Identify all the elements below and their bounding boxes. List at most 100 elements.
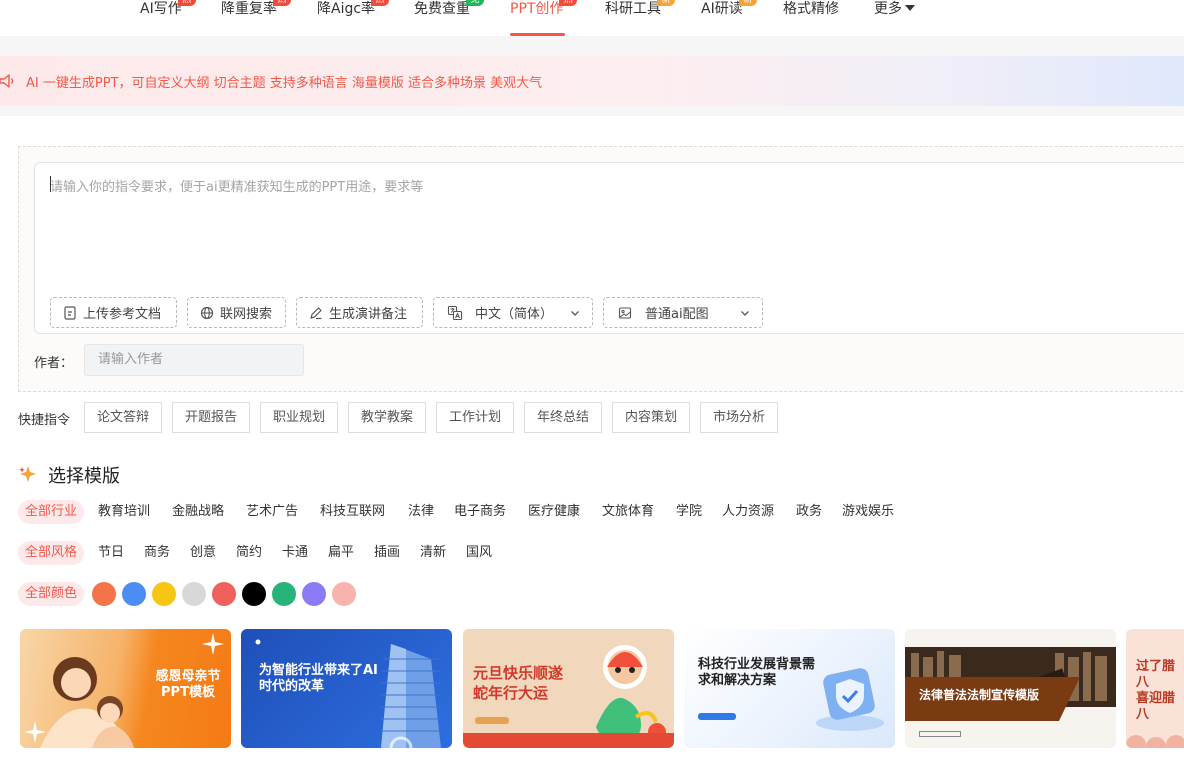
color-swatch[interactable]	[332, 582, 356, 606]
quick-chip[interactable]: 职业规划	[260, 402, 338, 433]
translate-icon	[447, 305, 463, 320]
filter-item[interactable]: 文旅体育	[602, 500, 654, 524]
free-badge: 免	[466, 0, 484, 6]
filter-item[interactable]: 游戏娱乐	[842, 500, 894, 524]
hot-badge: 热	[371, 0, 390, 6]
filter-all-colors[interactable]: 全部颜色	[18, 582, 85, 606]
quick-chip[interactable]: 市场分析	[700, 402, 778, 433]
text-cursor	[50, 176, 51, 192]
dot-icon	[255, 639, 261, 645]
card-button-shape	[919, 731, 961, 737]
filter-item[interactable]: 政务	[796, 500, 822, 524]
author-input[interactable]: 请输入作者	[84, 344, 304, 376]
announcement-text: AI 一键生成PPT，可自定义大纲 切合主题 支持多种语言 海量模版 适合多种场…	[26, 76, 543, 91]
speaker-notes-button[interactable]: 生成演讲备注	[296, 297, 423, 328]
illustration-clouds	[1126, 735, 1184, 748]
globe-icon	[200, 306, 214, 319]
card-title: 为智能行业带来了AI 时代的改革	[259, 663, 378, 694]
filter-item[interactable]: 学院	[676, 500, 702, 524]
sparkle-icon	[24, 721, 46, 743]
filter-item[interactable]: 艺术广告	[246, 500, 298, 524]
nav-ai-writing[interactable]: AI写作热	[140, 0, 196, 18]
color-swatch[interactable]	[122, 582, 146, 606]
speaker-icon	[0, 74, 14, 88]
author-label: 作者：	[34, 356, 74, 371]
color-swatch[interactable]	[92, 582, 116, 606]
nav-free-check[interactable]: 免费查重免	[414, 0, 484, 18]
section-title: 选择模版	[48, 466, 120, 487]
card-button-shape	[475, 717, 509, 724]
filter-item[interactable]: 法律	[408, 500, 434, 524]
top-nav: AI写作热 降重复率热 降Aigc率热 免费查重免 PPT创作热 科研工具新 A…	[0, 0, 1184, 36]
filter-item[interactable]: 国风	[466, 541, 492, 565]
filter-item[interactable]: 人力资源	[722, 500, 774, 524]
color-swatch[interactable]	[212, 582, 236, 606]
template-card-law[interactable]: 法律普法法制宣传模版	[905, 629, 1116, 748]
card-title: 法律普法法制宣传模版	[919, 688, 1040, 702]
color-swatch[interactable]	[302, 582, 326, 606]
image-icon	[618, 306, 632, 319]
filter-item[interactable]: 清新	[420, 541, 446, 565]
quick-commands-label: 快捷指令	[18, 413, 71, 428]
image-mode-select[interactable]: 普通ai配图	[603, 297, 763, 328]
nav-ppt-creation[interactable]: PPT创作热	[510, 0, 578, 18]
upload-reference-button[interactable]: 上传参考文档	[50, 297, 177, 328]
card-title: 科技行业发展背景需 求和解决方案	[698, 657, 816, 688]
sparkle-icon	[19, 466, 36, 482]
illustration-mother-child	[40, 657, 134, 748]
document-upload-icon	[64, 305, 76, 320]
new-badge: 新	[657, 0, 675, 6]
quick-chip[interactable]: 工作计划	[436, 402, 514, 433]
template-card-laba[interactable]: 过了腊八 喜迎腊八	[1126, 629, 1184, 748]
language-select[interactable]: 中文（简体）	[433, 297, 593, 328]
template-card-new-year[interactable]: 元旦快乐顺遂 蛇年行大运	[463, 629, 674, 748]
quick-chip[interactable]: 开题报告	[172, 402, 250, 433]
nav-reduce-aigc[interactable]: 降Aigc率热	[317, 0, 390, 18]
template-card-ai-industry[interactable]: 为智能行业带来了AI 时代的改革	[241, 629, 452, 748]
quick-chip[interactable]: 论文答辩	[84, 402, 162, 433]
filter-item[interactable]: 插画	[374, 541, 400, 565]
filter-item[interactable]: 电子商务	[454, 500, 506, 524]
card-title: 过了腊八 喜迎腊八	[1136, 659, 1176, 722]
caret-down-icon	[905, 5, 915, 11]
filter-item[interactable]: 卡通	[282, 541, 308, 565]
card-button-shape	[698, 713, 736, 720]
nav-research-tools[interactable]: 科研工具新	[605, 0, 675, 18]
industry-filter: 全部行业 教育培训 金融战略 艺术广告 科技互联网 法律 电子商务 医疗健康 文…	[18, 500, 1184, 524]
color-swatch[interactable]	[242, 582, 266, 606]
filter-all-industries[interactable]: 全部行业	[18, 500, 85, 524]
template-card-mothers-day[interactable]: 感恩母亲节 PPT模板	[20, 629, 231, 748]
chevron-down-icon	[571, 311, 579, 316]
hot-badge: 热	[177, 0, 196, 6]
color-swatch[interactable]	[152, 582, 176, 606]
filter-item[interactable]: 扁平	[328, 541, 354, 565]
sparkle-icon	[202, 633, 224, 655]
filter-item[interactable]: 教育培训	[98, 500, 150, 524]
hot-badge: 热	[273, 0, 291, 6]
template-card-tech-industry[interactable]: 科技行业发展背景需 求和解决方案	[684, 629, 895, 748]
color-swatch[interactable]	[272, 582, 296, 606]
nav-reduce-duplicate[interactable]: 降重复率热	[221, 0, 291, 18]
filter-all-styles[interactable]: 全部风格	[18, 541, 85, 565]
filter-item[interactable]: 简约	[236, 541, 262, 565]
filter-item[interactable]: 金融战略	[172, 500, 224, 524]
web-search-button[interactable]: 联网搜索	[187, 297, 286, 328]
color-filter: 全部颜色	[18, 582, 98, 606]
quick-chip[interactable]: 内容策划	[612, 402, 690, 433]
illustration-snake	[596, 645, 666, 741]
filter-item[interactable]: 创意	[190, 541, 216, 565]
quick-chip[interactable]: 年终总结	[524, 402, 602, 433]
color-swatch[interactable]	[182, 582, 206, 606]
filter-item[interactable]: 科技互联网	[320, 500, 385, 524]
nav-more[interactable]: 更多	[874, 0, 915, 18]
filter-item[interactable]: 商务	[144, 541, 170, 565]
quick-chip[interactable]: 教学教案	[348, 402, 426, 433]
hot-badge: 热	[559, 0, 578, 6]
card-title: 感恩母亲节 PPT模板	[155, 669, 221, 700]
filter-item[interactable]: 节日	[98, 541, 124, 565]
prompt-placeholder: 请输入你的指令要求，便于ai更精准获知生成的PPT用途，要求等	[50, 180, 424, 195]
nav-ai-reading[interactable]: AI研读新	[701, 0, 757, 18]
chevron-down-icon	[741, 311, 749, 316]
filter-item[interactable]: 医疗健康	[528, 500, 580, 524]
nav-format-polish[interactable]: 格式精修	[783, 0, 839, 18]
